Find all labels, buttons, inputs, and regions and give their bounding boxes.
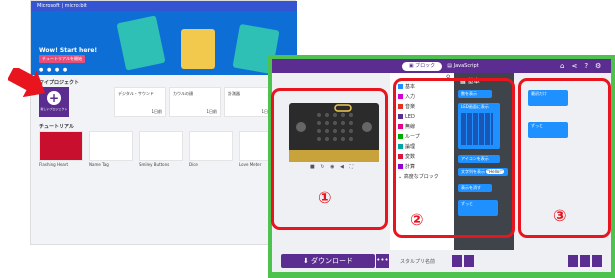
hero-title: Wow! Start here! — [39, 47, 98, 54]
project-card-title: カウルの顔 — [173, 91, 193, 96]
home-icon[interactable]: ⌂ — [560, 62, 571, 70]
gear-icon[interactable]: ⚙ — [595, 62, 608, 70]
label-1: ① — [318, 188, 332, 207]
label-2: ② — [410, 210, 424, 229]
red-arrow-annotation — [8, 68, 46, 98]
share-icon[interactable]: ⋖ — [571, 62, 584, 70]
project-name-field[interactable]: スタルプリ名前 — [400, 258, 435, 265]
tutorials-heading: チュートリアル — [39, 124, 74, 130]
hero-board-image — [181, 29, 215, 69]
project-card-title: 計測器 — [228, 91, 240, 96]
tutorial-label: Smiley Buttons — [139, 162, 170, 167]
tutorial-card-image[interactable] — [39, 131, 83, 161]
tutorial-card-image[interactable] — [189, 131, 233, 161]
tutorial-card-image[interactable] — [139, 131, 183, 161]
download-icon: ⬇ — [302, 257, 312, 265]
zoom-in-button[interactable] — [592, 255, 602, 267]
github-button[interactable] — [464, 255, 474, 267]
download-more-button[interactable]: ••• — [376, 254, 389, 268]
project-card-meta: 1日前 — [261, 109, 272, 114]
hero-banner: Wow! Start here! チュートリアルを開始 ● ● ● ● — [31, 11, 297, 75]
home-header: Microsoft | micro:bit — [31, 1, 297, 11]
hero-board-image — [116, 15, 166, 71]
start-tutorial-button[interactable]: チュートリアルを開始 — [39, 55, 85, 63]
download-label: ダウンロード — [311, 257, 354, 265]
tab-javascript[interactable]: ▤ JavaScript — [444, 62, 482, 71]
label-3: ③ — [553, 206, 567, 225]
help-icon[interactable]: ? — [584, 62, 595, 70]
save-button[interactable] — [452, 255, 462, 267]
tab-blocks-label: ブロック — [415, 63, 436, 69]
project-card[interactable]: デジタル・サウンド 1日前 — [114, 87, 166, 117]
undo-button[interactable] — [568, 255, 578, 267]
new-project-label: 新しいプロジェクト — [40, 107, 68, 111]
download-button[interactable]: ⬇ ダウンロード — [281, 254, 375, 268]
tutorial-label: Love Meter — [239, 162, 262, 167]
tab-blocks[interactable]: ▣ ブロック — [402, 62, 442, 71]
project-card-title: デジタル・サウンド — [118, 91, 154, 96]
project-card-meta: 1日前 — [206, 109, 217, 114]
tutorial-label: Dice — [189, 162, 198, 167]
tutorial-card-image[interactable] — [89, 131, 133, 161]
header-icons: ⌂⋖?⚙ — [560, 62, 608, 70]
zoom-out-button[interactable] — [580, 255, 590, 267]
tutorial-label: Flashing Heart — [39, 162, 69, 167]
makecode-home-page: Microsoft | micro:bit Wow! Start here! チ… — [30, 0, 297, 245]
tab-javascript-label: JavaScript — [453, 63, 479, 69]
tutorial-label: Name Tag — [89, 162, 109, 167]
plus-icon: + — [47, 91, 61, 105]
highlight-simulator — [271, 88, 388, 230]
project-card-meta: 1日前 — [151, 109, 162, 114]
brand-logo: Microsoft | micro:bit — [37, 3, 87, 9]
project-card[interactable]: カウルの顔 1日前 — [169, 87, 221, 117]
